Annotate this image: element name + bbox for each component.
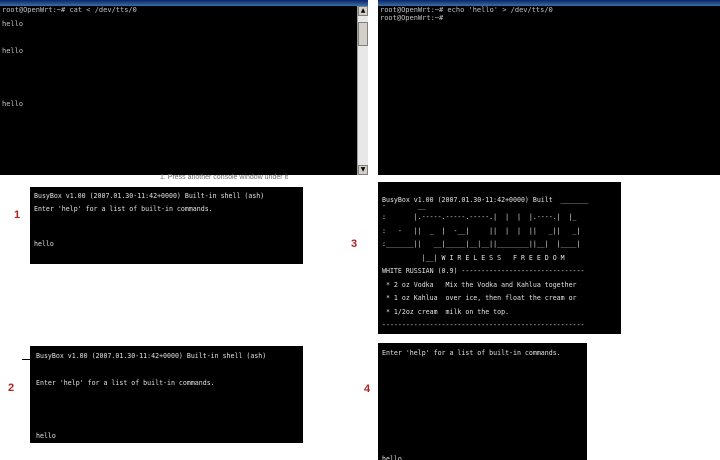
console-line: hello [34,240,54,248]
console-line: Enter 'help' for a list of built-in comm… [382,349,561,357]
console-line: ----------------------------------------… [382,321,585,329]
terminal-line: hello [2,100,24,108]
vertical-scrollbar[interactable]: ▲ ▼ [357,6,368,175]
scroll-up-button[interactable]: ▲ [358,6,368,16]
console-line: :_______|| __|_____|__|__||________||__|… [382,240,581,248]
console-line: Enter 'help' for a list of built-in comm… [34,205,213,213]
terminal-window-left[interactable]: root@OpenWrt:~# cat < /dev/tts/0 hello h… [0,0,368,175]
panel-number-3: 3 [351,238,358,250]
terminal-line: root@OpenWrt:~# [380,14,444,22]
terminal-line: hello [2,47,24,55]
console-panel-2: BusyBox v1.00 (2007.01.30-11:42+0000) Bu… [30,346,303,443]
terminal-line: hello [2,20,24,28]
console-line: BusyBox v1.00 (2007.01.30-11:42+0000) Bu… [36,352,267,360]
console-panel-4: Enter 'help' for a list of built-in comm… [378,343,587,460]
console-line: : - || _ | -__| || | | || _|| _| [382,227,581,235]
console-line: * 2 oz Vodka Mix the Vodka and Kahlua to… [382,281,577,289]
console-panel-1: BusyBox v1.00 (2007.01.30-11:42+0000) Bu… [30,187,303,264]
console-line: hello [382,455,402,460]
console-line: WHITE RUSSIAN (0.9) --------------------… [382,267,585,275]
console-line: |__| W I R E L E S S F R E E D O M [382,254,565,262]
console-line: : |.-----.-----.-----.| | | |.----.| |_ [382,213,577,221]
scroll-down-button[interactable]: ▼ [358,165,368,175]
panel-number-4: 4 [364,383,371,395]
dash-mark [22,359,30,360]
terminal-line: root@OpenWrt:~# cat < /dev/tts/0 [2,6,137,14]
caption-text: 1. Press another console window under it [160,174,289,181]
console-line: - __ [382,202,426,210]
panel-number-2: 2 [8,382,15,394]
terminal-window-right[interactable]: root@OpenWrt:~# echo 'hello' > /dev/tts/… [378,0,720,175]
console-line: Enter 'help' for a list of built-in comm… [36,379,215,387]
console-line: BusyBox v1.00 (2007.01.30-11:42+0000) Bu… [34,192,265,200]
console-line: hello [36,432,56,440]
console-panel-3: BusyBox v1.00 (2007.01.30-11:42+0000) Bu… [378,182,621,334]
panel-number-1: 1 [14,209,21,221]
console-line: * 1 oz Kahlua over ice, then float the c… [382,294,577,302]
console-line: * 1/2oz cream milk on the top. [382,308,510,316]
scroll-thumb[interactable] [358,22,368,46]
